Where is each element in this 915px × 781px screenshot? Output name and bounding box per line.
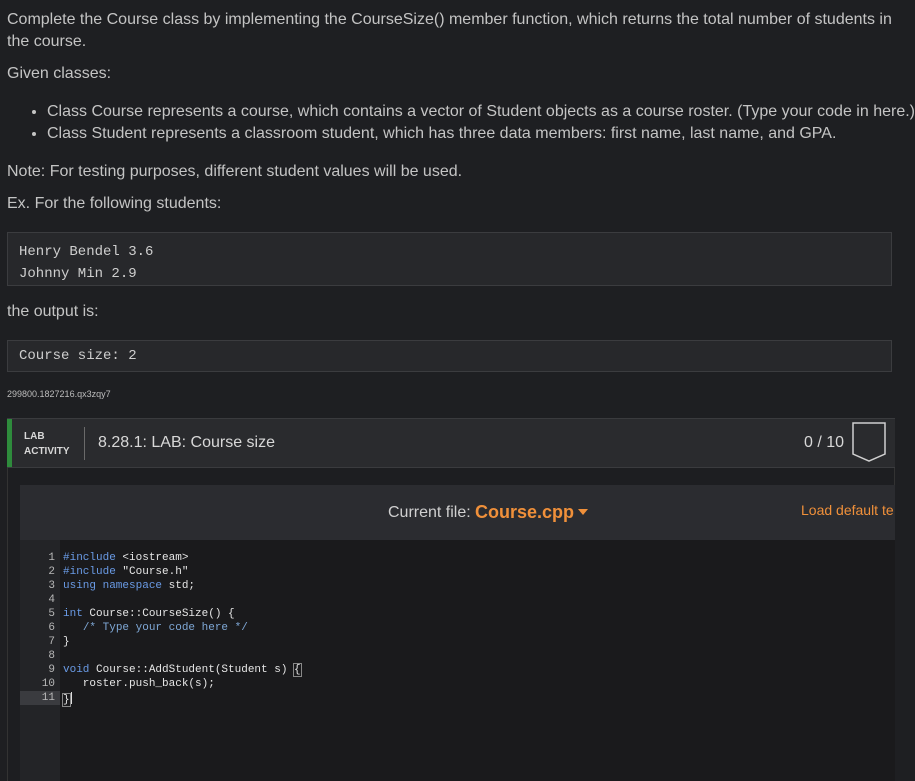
code-line[interactable]: using namespace std; <box>63 580 195 592</box>
lab-activity-label: LAB ACTIVITY <box>24 429 70 459</box>
text-cursor <box>70 692 72 704</box>
code-line[interactable]: } <box>63 636 70 648</box>
header-divider <box>84 427 85 460</box>
current-file-dropdown[interactable]: Course.cpp <box>475 502 574 523</box>
lab-activity-header: LAB ACTIVITY 8.28.1: LAB: Course size 0 … <box>7 418 895 468</box>
example-output-line: Course size: 2 <box>19 348 137 364</box>
example-input-block: Henry Bendel 3.6 Johnny Min 2.9 <box>7 232 892 286</box>
example-input-line: Johnny Min 2.9 <box>19 266 137 282</box>
line-number: 9 <box>48 664 55 676</box>
line-number: 7 <box>48 636 55 648</box>
line-number: 5 <box>48 608 55 620</box>
line-number: 3 <box>48 580 55 592</box>
line-number-gutter: 1 2 3 4 5 6 7 8 9 10 11 <box>20 540 60 781</box>
line-number: 4 <box>48 594 55 606</box>
completion-badge-icon <box>852 422 886 462</box>
testing-note: Note: For testing purposes, different st… <box>7 163 463 180</box>
lab-label-line1: LAB <box>24 431 45 442</box>
code-line[interactable] <box>63 650 70 662</box>
editor-toolbar: Current file: Course.cpp Load default te <box>20 485 895 540</box>
lab-label-line2: ACTIVITY <box>24 446 70 457</box>
line-number: 11 <box>41 692 55 704</box>
load-default-template-button[interactable]: Load default te <box>801 502 894 518</box>
code-line[interactable]: #include <iostream> <box>63 552 188 564</box>
chevron-down-icon[interactable] <box>578 509 588 515</box>
example-heading: Ex. For the following students: <box>7 195 222 212</box>
instructions-intro: Complete the Course class by implementin… <box>7 11 892 50</box>
lab-title: 8.28.1: LAB: Course size <box>98 434 275 451</box>
code-editor[interactable]: 1 2 3 4 5 6 7 8 9 10 11 #include <iostre… <box>20 540 895 781</box>
code-line[interactable]: roster.push_back(s); <box>63 678 215 690</box>
lab-accent-bar <box>7 419 12 467</box>
line-number: 2 <box>48 566 55 578</box>
list-item: Class Course represents a course, which … <box>47 101 915 123</box>
code-line[interactable]: #include "Course.h" <box>63 566 188 578</box>
code-line[interactable]: /* Type your code here */ <box>63 622 248 634</box>
code-line[interactable]: void Course::AddStudent(Student s) { <box>63 663 302 677</box>
list-item: Class Student represents a classroom stu… <box>47 123 915 145</box>
example-input-line: Henry Bendel 3.6 <box>19 244 154 260</box>
output-heading: the output is: <box>7 303 99 320</box>
given-classes-list: Class Course represents a course, which … <box>0 101 915 145</box>
lab-score: 0 / 10 <box>804 434 845 451</box>
example-output-block: Course size: 2 <box>7 340 892 372</box>
line-number: 8 <box>48 650 55 662</box>
line-number: 1 <box>48 552 55 564</box>
line-number: 10 <box>41 678 55 690</box>
current-file-label: Current file: <box>388 504 471 521</box>
code-line[interactable]: } <box>62 692 72 707</box>
code-line[interactable] <box>63 594 70 606</box>
line-number: 6 <box>48 622 55 634</box>
lab-id: 299800.1827216.qx3zqy7 <box>7 389 111 399</box>
given-classes-heading: Given classes: <box>7 65 112 82</box>
code-line[interactable]: int Course::CourseSize() { <box>63 608 235 620</box>
